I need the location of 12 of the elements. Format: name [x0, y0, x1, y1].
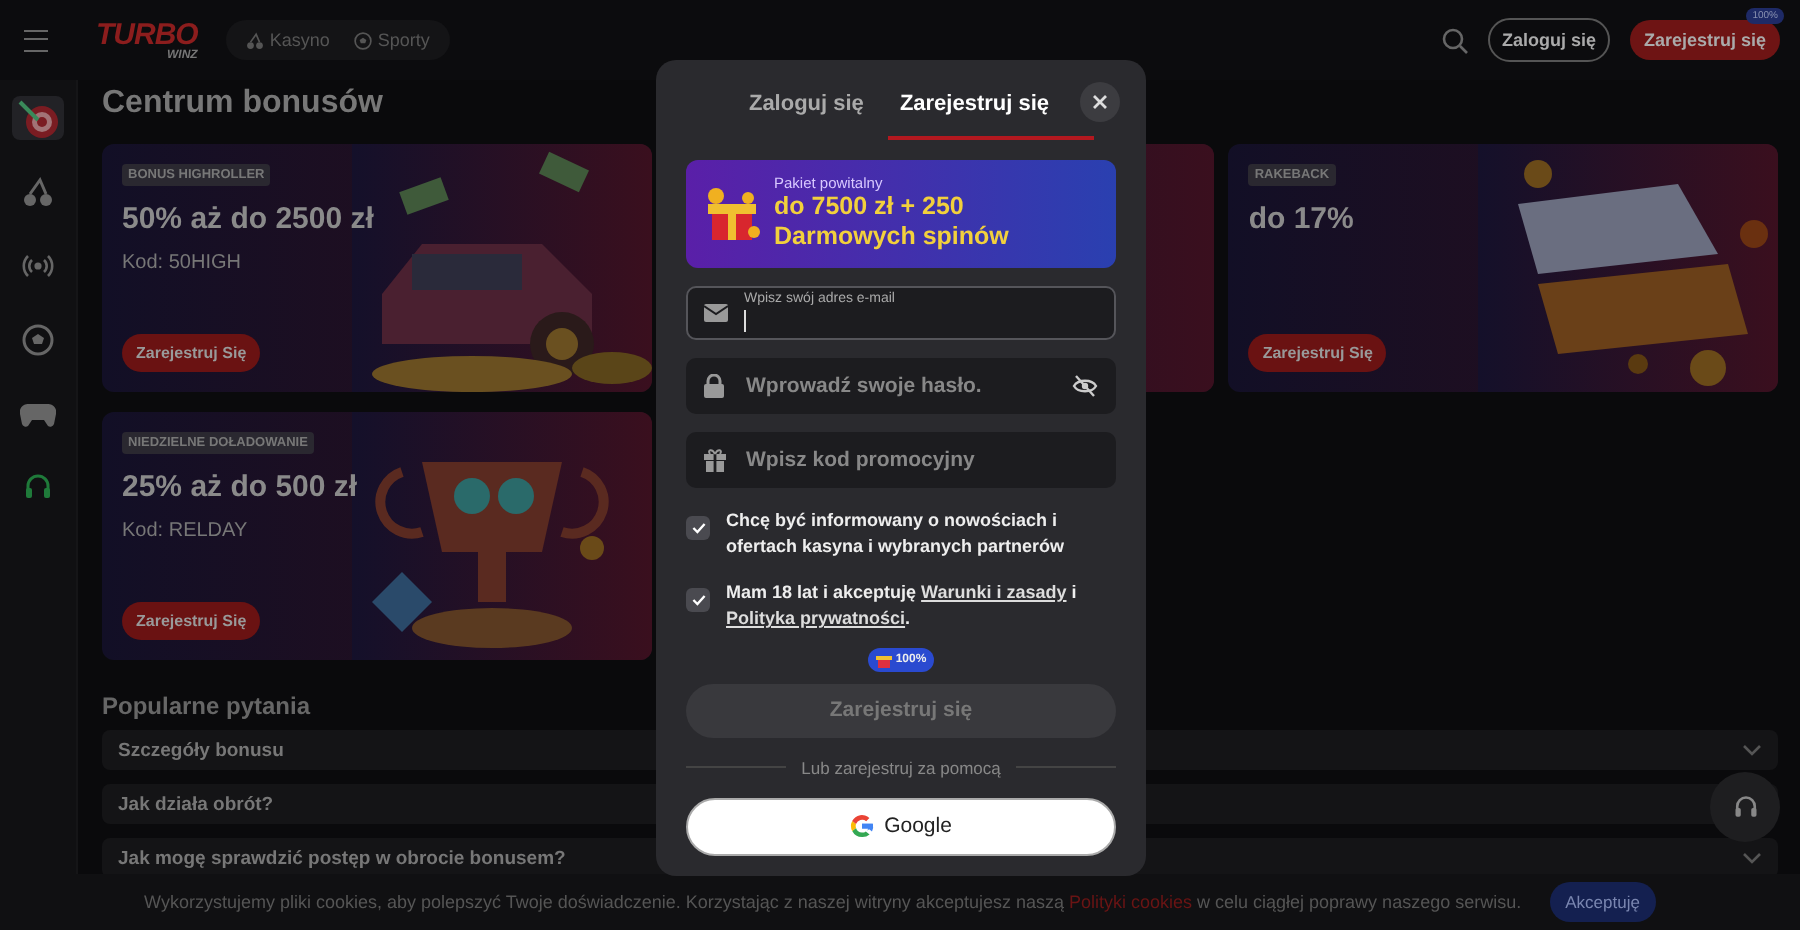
- bonus-title: 50% aż do 2500 zł: [122, 202, 374, 236]
- banner-title: do 7500 zł + 250 Darmowych spinów: [774, 191, 1011, 254]
- bonus-title: 25% aż do 500 zł: [122, 470, 358, 504]
- bonus-title: do 17%: [1248, 202, 1354, 236]
- checkbox-label: Chcę być informowany o nowościach i ofertach kasyna i wybranych partnerów: [726, 508, 1067, 561]
- cookie-notice: Wykorzystujemy pliki cookies, aby polepszyć Twoje doświadczenie. Korzystając z naszej witryny akceptujesz naszą Polityki cookies w celu ciągłej poprawy naszego serwisu.: [144, 892, 1522, 912]
- bonus-code: Kod: RELDAY: [122, 520, 248, 542]
- checkbox-label: Mam 18 lat i akceptuję Warunki i zasady i Polityka prywatności.: [726, 580, 1079, 633]
- divider-label: Lub zarejestruj za pomocą: [801, 757, 1001, 778]
- page-title: Centrum bonusów: [102, 86, 383, 122]
- bonus-code: Kod: 50HIGH: [122, 252, 241, 274]
- section-title: Popularne pytania: [102, 692, 311, 720]
